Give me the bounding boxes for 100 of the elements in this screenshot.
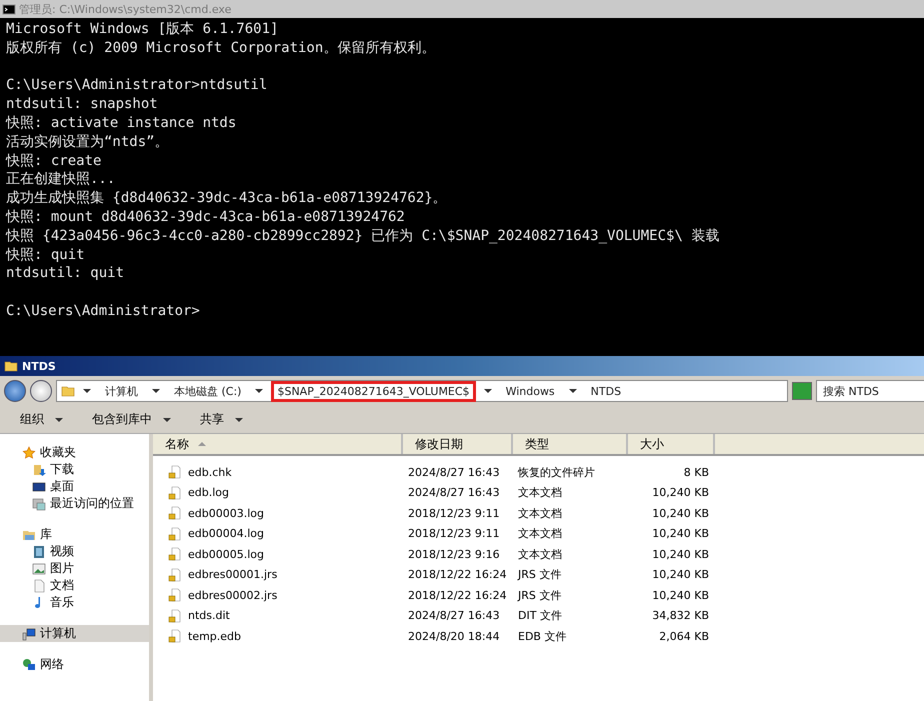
nav-item[interactable]: 文档 xyxy=(0,577,149,594)
file-type: EDB 文件 xyxy=(517,628,568,644)
console-line: 正在创建快照... xyxy=(6,170,116,190)
nav-item[interactable]: 下载 xyxy=(0,461,149,478)
file-date: 2018/12/23 9:11 xyxy=(407,506,501,520)
nav-item[interactable]: 图片 xyxy=(0,560,149,577)
console-icon xyxy=(2,2,16,16)
file-date: 2018/12/23 9:11 xyxy=(407,527,501,540)
toolbar-menu-button[interactable]: 共享 xyxy=(198,409,248,430)
file-date: 2024/8/20 18:44 xyxy=(407,630,501,643)
computer-icon xyxy=(22,626,36,640)
console-line: ntdsutil: snapshot xyxy=(6,95,159,114)
file-size: 10,240 KB xyxy=(651,527,710,540)
file-type: DIT 文件 xyxy=(517,608,563,624)
console-line: C:\Users\Administrator>ntdsutil xyxy=(6,76,268,96)
breadcrumb-item[interactable]: NTDS xyxy=(584,380,628,402)
file-name[interactable]: edbres00001.jrs xyxy=(188,568,278,582)
breadcrumb-item[interactable]: Windows xyxy=(500,380,561,402)
nav-item[interactable]: 音乐 xyxy=(0,594,149,611)
file-date: 2018/12/22 16:24 xyxy=(407,568,508,582)
file-name[interactable]: ntds.dit xyxy=(188,609,230,622)
toolbar-menu-button[interactable]: 组织 xyxy=(18,409,68,430)
console-line: 成功生成快照集 {d8d40632-39dc-43ca-b61a-e08713924762}。 xyxy=(6,189,448,208)
folder-icon xyxy=(61,384,75,398)
monitor-icon xyxy=(32,480,46,494)
folder-arrow-icon xyxy=(32,462,46,476)
toolbar-menu-button[interactable]: 包含到库中 xyxy=(90,409,176,430)
file-type: JRS 文件 xyxy=(516,588,562,603)
file-type: 文本文档 xyxy=(517,546,563,562)
file-date: 2018/12/22 16:24 xyxy=(407,588,508,602)
breadcrumb-item[interactable]: $SNAP_202408271643_VOLUMEC$ xyxy=(271,380,476,402)
console-line: 快照 {423a0456-96c3-4cc0-a280-cb2899cc2892} 已作为 C:\$SNAP_202408271643_VOLUMEC$\ 装载 xyxy=(6,226,720,246)
column-header[interactable]: 大小 xyxy=(628,434,715,454)
star-icon xyxy=(22,446,36,460)
file-type: 文本文档 xyxy=(517,526,563,542)
console-line: Microsoft Windows [版本 6.1.7601] xyxy=(6,20,280,39)
locked-file-icon xyxy=(168,486,182,500)
film-icon xyxy=(32,544,46,558)
console-line: 版权所有 (c) 2009 Microsoft Corporation。保留所有权利。 xyxy=(6,38,436,58)
file-size: 10,240 KB xyxy=(651,548,710,561)
back-button[interactable] xyxy=(4,380,26,402)
locked-file-icon xyxy=(168,547,182,562)
locked-file-icon xyxy=(168,629,182,644)
locked-file-icon xyxy=(168,526,182,541)
network-icon xyxy=(22,658,36,672)
document-icon xyxy=(32,578,46,592)
picture-icon xyxy=(32,562,46,576)
console-line: 快照: activate instance ntds xyxy=(6,114,238,133)
file-name[interactable]: edbres00002.jrs xyxy=(188,588,278,602)
file-size: 10,240 KB xyxy=(651,588,710,602)
window-title: 管理员: C:\Windows\system32\cmd.exe xyxy=(19,2,232,16)
file-date: 2024/8/27 16:43 xyxy=(407,609,501,622)
file-size: 10,240 KB xyxy=(651,568,710,582)
locked-file-icon xyxy=(168,588,182,602)
file-name[interactable]: edb00005.log xyxy=(188,548,264,561)
file-name[interactable]: edb.log xyxy=(188,486,229,500)
nav-item[interactable]: 库 xyxy=(0,526,149,543)
nav-item[interactable]: 计算机 xyxy=(0,625,149,642)
column-header[interactable]: 名称 xyxy=(153,434,403,454)
breadcrumb-item[interactable]: 计算机 xyxy=(99,380,144,402)
search-field[interactable]: 搜索 NTDS xyxy=(816,380,924,402)
file-date: 2024/8/27 16:43 xyxy=(407,486,501,500)
file-date: 2024/8/27 16:43 xyxy=(407,466,501,479)
breadcrumb-item[interactable]: 本地磁盘 (C:) xyxy=(168,380,248,402)
locked-file-icon xyxy=(168,506,182,520)
console-line: 快照: create xyxy=(6,152,102,170)
file-size: 10,240 KB xyxy=(651,506,710,520)
window-title: NTDS xyxy=(22,360,56,372)
locked-file-icon xyxy=(168,568,182,582)
file-name[interactable]: edb00003.log xyxy=(188,506,264,520)
folder-icon xyxy=(4,359,18,373)
column-header[interactable]: 修改日期 xyxy=(403,434,513,454)
console-line: 活动实例设置为“ntds”。 xyxy=(6,132,170,152)
file-type: 文本文档 xyxy=(517,485,563,500)
file-size: 8 KB xyxy=(682,466,710,479)
console-line: 快照: quit xyxy=(6,246,86,264)
file-name[interactable]: temp.edb xyxy=(188,630,242,643)
locked-file-icon xyxy=(168,465,182,480)
console-line: 快照: mount d8d40632-39dc-43ca-b61a-e08713924762 xyxy=(6,208,406,227)
file-type: 文本文档 xyxy=(517,506,563,521)
file-type: JRS 文件 xyxy=(516,567,562,582)
file-name[interactable]: edb.chk xyxy=(188,466,232,479)
nav-item[interactable]: 收藏夹 xyxy=(0,444,149,461)
console-line: ntdsutil: quit xyxy=(6,264,126,284)
nav-item[interactable]: 最近访问的位置 xyxy=(0,495,149,512)
console-line: C:\Users\Administrator> xyxy=(6,302,201,321)
forward-button[interactable] xyxy=(30,380,52,402)
file-size: 2,064 KB xyxy=(658,630,710,643)
nav-item[interactable]: 网络 xyxy=(0,656,149,673)
nav-item[interactable]: 桌面 xyxy=(0,478,149,495)
file-size: 34,832 KB xyxy=(651,609,710,622)
file-date: 2018/12/23 9:16 xyxy=(407,548,501,561)
column-header[interactable]: 类型 xyxy=(513,434,628,454)
file-name[interactable]: edb00004.log xyxy=(188,527,264,540)
locked-file-icon xyxy=(168,608,182,623)
file-size: 10,240 KB xyxy=(651,486,710,500)
recent-places-icon xyxy=(32,496,46,510)
file-type: 恢复的文件碎片 xyxy=(516,464,596,480)
nav-item[interactable]: 视频 xyxy=(0,543,149,560)
address-bar[interactable]: 计算机 本地磁盘 (C:) $SNAP_202408271643_VOLUMEC$ Windows NTDS xyxy=(56,380,788,402)
